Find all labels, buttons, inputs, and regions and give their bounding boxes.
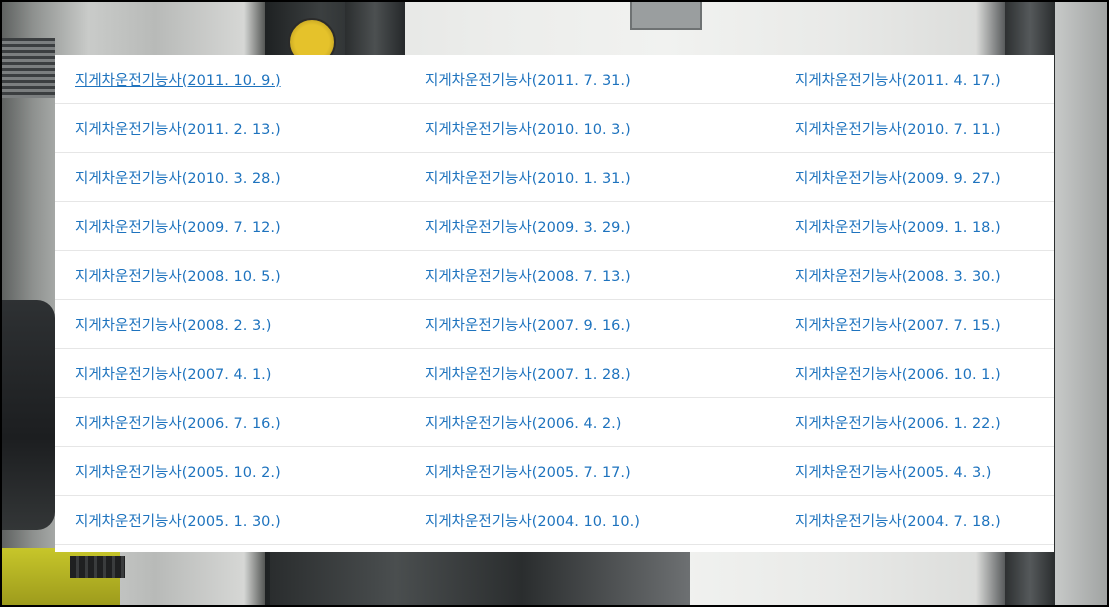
background-photo xyxy=(0,0,1109,607)
screenshot-frame xyxy=(0,0,1109,607)
